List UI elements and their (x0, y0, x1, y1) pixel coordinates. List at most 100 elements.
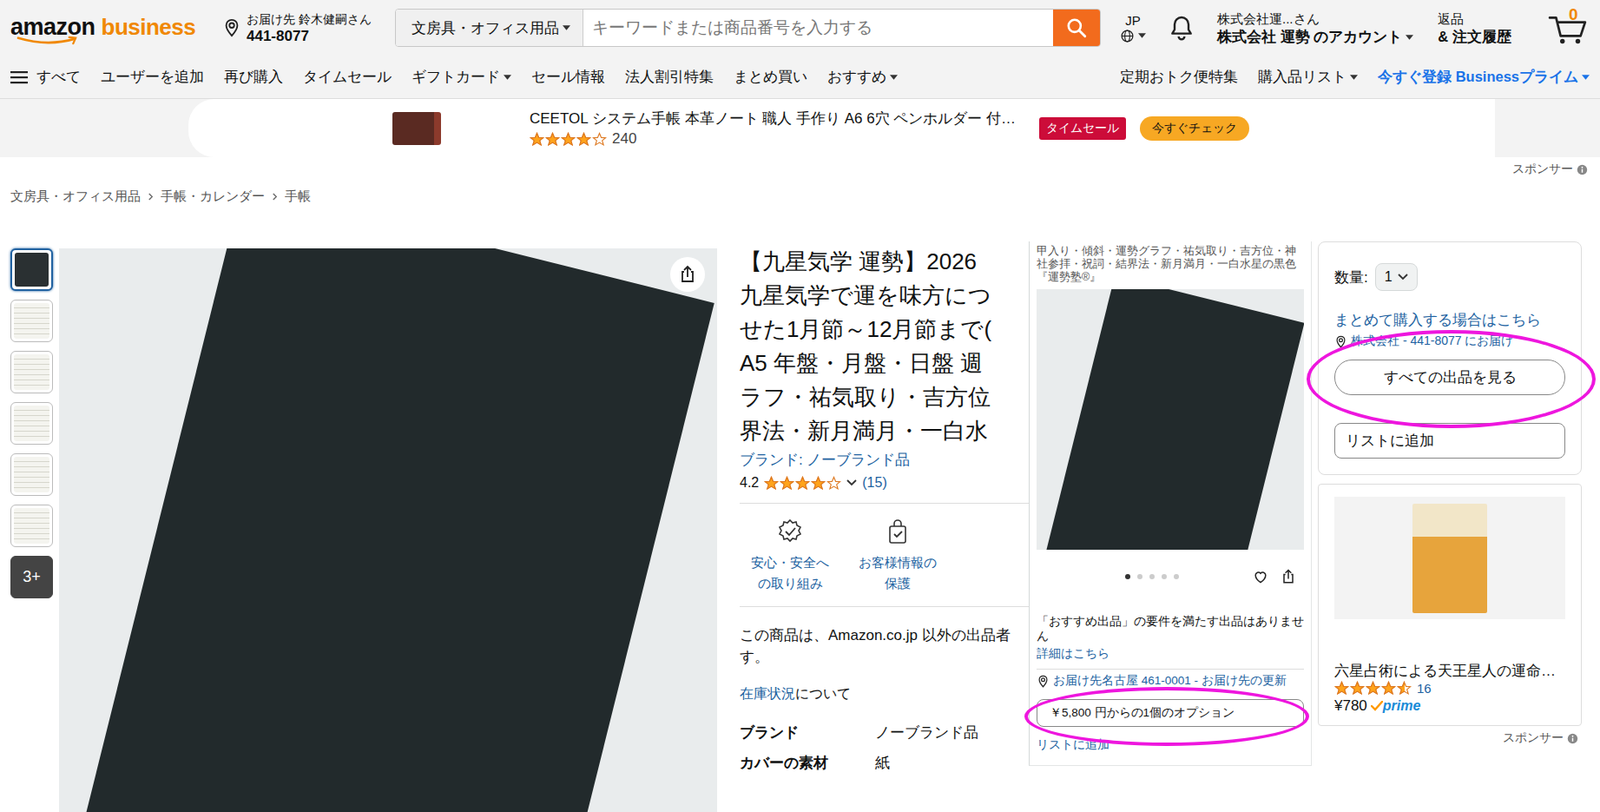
cart[interactable]: 0 (1547, 10, 1590, 46)
sponsored-product-card[interactable]: 六星占術による天王星人の運命…16¥780prime (1317, 483, 1582, 726)
chevron-down-icon[interactable] (846, 479, 857, 487)
popup-location-text: お届け先名古屋 461-0001 - お届け先の更新 (1053, 672, 1287, 689)
ad-title[interactable]: 六星占術による天王星人の運命… (1334, 660, 1566, 681)
thumbnail[interactable] (10, 248, 53, 291)
offer-button[interactable]: ￥5,800 円からの1個のオプション (1036, 698, 1304, 727)
search-category[interactable]: 文房具・オフィス用品 (395, 9, 584, 47)
banner-card[interactable]: CEETOL システム手帳 本革ノート 職人 手作り A6 6穴 ペンホルダー … (188, 98, 1495, 158)
feature-badge[interactable]: 安心・安全への取り組み (744, 517, 836, 594)
buybox-location-text: 株式会社 - 441-8077 にお届け (1350, 333, 1515, 349)
nav-item[interactable]: 購入品リスト (1257, 67, 1358, 87)
ad-price: ¥780 (1334, 697, 1368, 715)
popup-product-image[interactable] (1036, 289, 1304, 550)
thumbnail[interactable] (10, 453, 53, 496)
breadcrumb-item[interactable]: 手帳・カレンダー (160, 188, 265, 205)
info-icon[interactable] (1576, 164, 1588, 176)
sponsor-label: スポンサー (1502, 730, 1564, 746)
ad-rating-count[interactable]: 16 (1416, 680, 1432, 696)
nav-item[interactable]: タイムセール (302, 67, 392, 87)
quantity-selector[interactable]: 数量:1 (1334, 263, 1566, 291)
feature-badge[interactable]: お客様情報の保護 (852, 517, 943, 594)
search-button[interactable] (1053, 9, 1100, 47)
star-rating (1334, 680, 1412, 696)
pager-dot[interactable] (1161, 573, 1167, 580)
nav-item[interactable]: 再び購入 (223, 67, 284, 87)
brand-link[interactable]: ブランド: ノーブランド品 (739, 449, 1029, 470)
star-icon (529, 131, 545, 147)
pager-dot[interactable] (1149, 573, 1155, 580)
nav-item-label: ギフトカード (411, 67, 501, 87)
heart-icon[interactable] (1251, 567, 1270, 586)
banner-title[interactable]: CEETOL システム手帳 本革ノート 職人 手作り A6 6穴 ペンホルダー … (529, 108, 1029, 129)
share-icon[interactable] (1279, 567, 1298, 586)
breadcrumb-item[interactable]: 手帳 (284, 188, 311, 205)
all-offers-button[interactable]: すべての出品を見る (1334, 359, 1566, 396)
offer-popup: 甲入り・傾斜・運勢グラフ・祐気取り・吉方位・神社参拝・祝詞・結界法・新月満月・一… (1028, 241, 1312, 766)
hamburger-icon (10, 70, 28, 85)
returns-label: 返品 (1437, 9, 1512, 28)
quantity-select[interactable]: 1 (1375, 263, 1418, 291)
title-line: ラフ・祐気取り・吉方位 (739, 380, 1029, 415)
nav-item[interactable]: 今すぐ登録 Businessプライム (1377, 67, 1590, 87)
details-link[interactable]: 詳細はこちら (1036, 646, 1110, 660)
popup-location[interactable]: お届け先名古屋 461-0001 - お届け先の更新 (1036, 672, 1304, 689)
pager-dot[interactable] (1125, 573, 1131, 580)
search-input[interactable] (583, 9, 1054, 47)
chevron-down-icon (1397, 273, 1409, 281)
nav-item-label: タイムセール (302, 67, 392, 87)
nav-item[interactable]: まとめ買い (733, 67, 808, 87)
logo-brand: amazon (10, 14, 96, 40)
banner-book-shape (392, 111, 442, 145)
banner-product-image[interactable] (387, 108, 447, 149)
rating-count[interactable]: (15) (862, 474, 887, 491)
ad-product-image[interactable] (1334, 496, 1566, 619)
more-thumbnails[interactable]: 3+ (10, 555, 53, 599)
offer-button-wrap: ￥5,800 円からの1個のオプション (1036, 698, 1304, 727)
thumbnail[interactable] (10, 504, 53, 547)
stock-link[interactable]: 在庫状況 (739, 685, 796, 701)
bulk-purchase-link[interactable]: まとめて購入する場合はこちら (1334, 309, 1566, 330)
nav-item-label: 購入品リスト (1257, 67, 1347, 87)
nav-item[interactable]: ユーザーを追加 (100, 67, 205, 87)
account-label: 株式会社 運勢 のアカウント (1217, 27, 1414, 47)
nav-item[interactable]: 定期おトク便特集 (1119, 67, 1238, 87)
info-icon[interactable] (1567, 732, 1579, 745)
nav-item[interactable]: おすすめ (827, 67, 898, 87)
all-menu-button[interactable]: すべて (10, 67, 81, 87)
bell-icon[interactable] (1167, 13, 1196, 42)
thumbnail[interactable] (10, 401, 53, 445)
star-icon (1365, 680, 1381, 696)
pager-dot[interactable] (1137, 573, 1143, 580)
globe-icon (1119, 28, 1135, 44)
account-menu[interactable]: 株式会社運...さん株式会社 運勢 のアカウント (1217, 9, 1414, 47)
banner-text: CEETOL システム手帳 本革ノート 職人 手作り A6 6穴 ペンホルダー … (529, 108, 1029, 148)
star-rating (529, 131, 607, 147)
buybox-location[interactable]: 株式会社 - 441-8077 にお届け (1334, 333, 1566, 349)
thumbnail[interactable] (10, 350, 53, 394)
ad-rating: 16 (1334, 680, 1566, 696)
check-now-button[interactable]: 今すぐチェック (1139, 116, 1250, 141)
nav-item[interactable]: セール情報 (531, 67, 606, 87)
star-rating[interactable] (763, 475, 842, 491)
pager-dot[interactable] (1173, 573, 1179, 580)
logo[interactable]: amazonbusiness (10, 11, 212, 46)
language-code: JP (1125, 13, 1141, 29)
breadcrumb-item[interactable]: 文房具・オフィス用品 (10, 188, 141, 205)
add-to-list-button[interactable]: リストに追加 (1334, 422, 1566, 459)
nav-item[interactable]: ギフトカード (411, 67, 512, 87)
seller-note-line: す。 (739, 645, 1029, 668)
nav-item[interactable]: 法人割引特集 (625, 67, 714, 87)
add-to-list-link[interactable]: リストに追加 (1036, 737, 1304, 753)
language-selector[interactable]: JP (1119, 13, 1146, 44)
returns-orders[interactable]: 返品& 注文履歴 (1437, 9, 1512, 47)
share-button[interactable] (670, 256, 705, 292)
thumbnail[interactable] (10, 299, 53, 343)
title-line: 九星気学で運を味方につ (739, 278, 1029, 313)
nav-bar: すべてユーザーを追加再び購入タイムセールギフトカード セール情報法人割引特集まとめ… (0, 55, 1600, 99)
logo-sub: business (101, 14, 197, 40)
spec-value: ノーブランド品 (875, 722, 979, 743)
delivery-location[interactable]: お届け先 鈴木健嗣さん441-8077 (222, 11, 396, 45)
main-product-image[interactable] (59, 248, 718, 812)
quantity-value: 1 (1384, 269, 1393, 285)
location-pin-icon (1334, 335, 1348, 349)
